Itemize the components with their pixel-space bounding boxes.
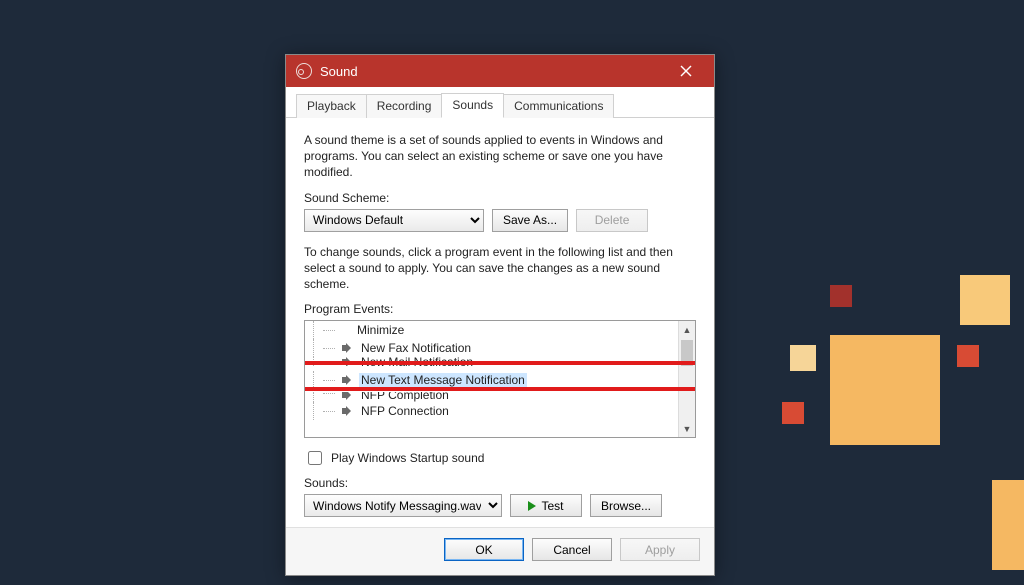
titlebar[interactable]: Sound: [286, 55, 714, 87]
play-startup-checkbox[interactable]: [308, 451, 322, 465]
decoration-square: [960, 275, 1010, 325]
test-button[interactable]: Test: [510, 494, 582, 517]
sounds-label: Sounds:: [304, 476, 696, 490]
decoration-square: [992, 480, 1024, 570]
scroll-down-icon[interactable]: ▼: [679, 420, 695, 437]
event-new-mail[interactable]: New Mail Notification: [305, 357, 678, 366]
program-events-listbox[interactable]: Minimize New Fax Notification New Mail N…: [304, 320, 696, 438]
close-icon: [680, 65, 692, 77]
sound-app-icon: [296, 63, 312, 79]
ok-button[interactable]: OK: [444, 538, 524, 561]
tab-recording[interactable]: Recording: [366, 94, 443, 118]
event-new-text-message[interactable]: New Text Message Notification: [305, 371, 678, 389]
scroll-up-icon[interactable]: ▲: [679, 321, 695, 338]
event-nfp-connection[interactable]: NFP Connection: [305, 402, 678, 420]
speaker-icon: [341, 404, 355, 418]
close-button[interactable]: [664, 55, 708, 87]
tab-sounds[interactable]: Sounds: [441, 93, 504, 118]
decoration-square: [830, 335, 940, 445]
scroll-thumb[interactable]: [681, 340, 693, 366]
speaker-icon: [341, 341, 355, 355]
listbox-scrollbar[interactable]: ▲ ▼: [678, 321, 695, 437]
events-description: To change sounds, click a program event …: [304, 244, 696, 293]
dialog-footer: OK Cancel Apply: [286, 527, 714, 575]
events-label: Program Events:: [304, 302, 696, 316]
test-label: Test: [541, 499, 563, 513]
play-startup-label: Play Windows Startup sound: [331, 451, 484, 465]
event-new-fax[interactable]: New Fax Notification: [305, 339, 678, 357]
event-label: New Text Message Notification: [359, 373, 527, 387]
decoration-square: [782, 402, 804, 424]
sounds-panel: A sound theme is a set of sounds applied…: [286, 118, 714, 527]
event-label: New Mail Notification: [359, 357, 475, 366]
event-minimize[interactable]: Minimize: [305, 321, 678, 339]
event-label: Minimize: [355, 323, 406, 337]
scheme-description: A sound theme is a set of sounds applied…: [304, 132, 696, 181]
speaker-icon: [341, 357, 355, 366]
speaker-icon: [341, 392, 355, 402]
scroll-track[interactable]: [679, 338, 695, 420]
speaker-icon: [341, 373, 355, 387]
play-icon: [528, 501, 536, 511]
event-nfp-completion[interactable]: NFP Completion: [305, 392, 678, 402]
save-as-button[interactable]: Save As...: [492, 209, 568, 232]
event-label: NFP Completion: [359, 392, 451, 402]
scheme-select[interactable]: Windows Default: [304, 209, 484, 232]
tabstrip: Playback Recording Sounds Communications: [286, 87, 714, 118]
tab-playback[interactable]: Playback: [296, 94, 367, 118]
event-label: NFP Connection: [359, 404, 451, 418]
apply-button: Apply: [620, 538, 700, 561]
browse-button[interactable]: Browse...: [590, 494, 662, 517]
decoration-square: [790, 345, 816, 371]
tab-communications[interactable]: Communications: [503, 94, 614, 118]
delete-button: Delete: [576, 209, 648, 232]
cancel-button[interactable]: Cancel: [532, 538, 612, 561]
scheme-label: Sound Scheme:: [304, 191, 696, 205]
decoration-square: [957, 345, 979, 367]
sound-dialog: Sound Playback Recording Sounds Communic…: [285, 54, 715, 576]
decoration-square: [830, 285, 852, 307]
event-label: New Fax Notification: [359, 341, 473, 355]
sounds-select[interactable]: Windows Notify Messaging.wav: [304, 494, 502, 517]
window-title: Sound: [320, 64, 664, 79]
